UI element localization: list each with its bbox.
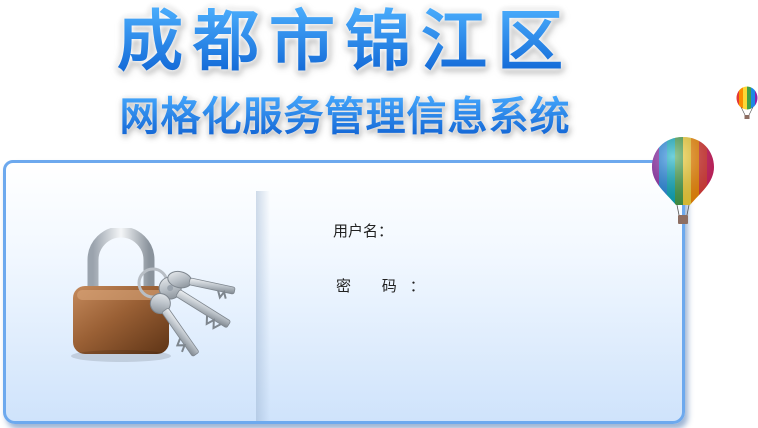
password-input[interactable] <box>421 273 595 297</box>
hot-air-balloon-icon <box>652 137 714 224</box>
panel-divider <box>256 191 270 421</box>
username-input[interactable] <box>421 218 595 242</box>
padlock-keys-icon <box>71 228 236 362</box>
username-label: 用户名： <box>333 222 394 240</box>
small-balloon-icon <box>736 86 758 119</box>
login-panel: 用户名： 密 码： <box>3 160 685 424</box>
system-subtitle: 网格化服务管理信息系统 <box>80 92 610 142</box>
system-title: 成都市锦江区 <box>80 2 610 82</box>
login-page: 成都市锦江区 网格化服务管理信息系统 用户名： 密 码： <box>0 0 758 428</box>
